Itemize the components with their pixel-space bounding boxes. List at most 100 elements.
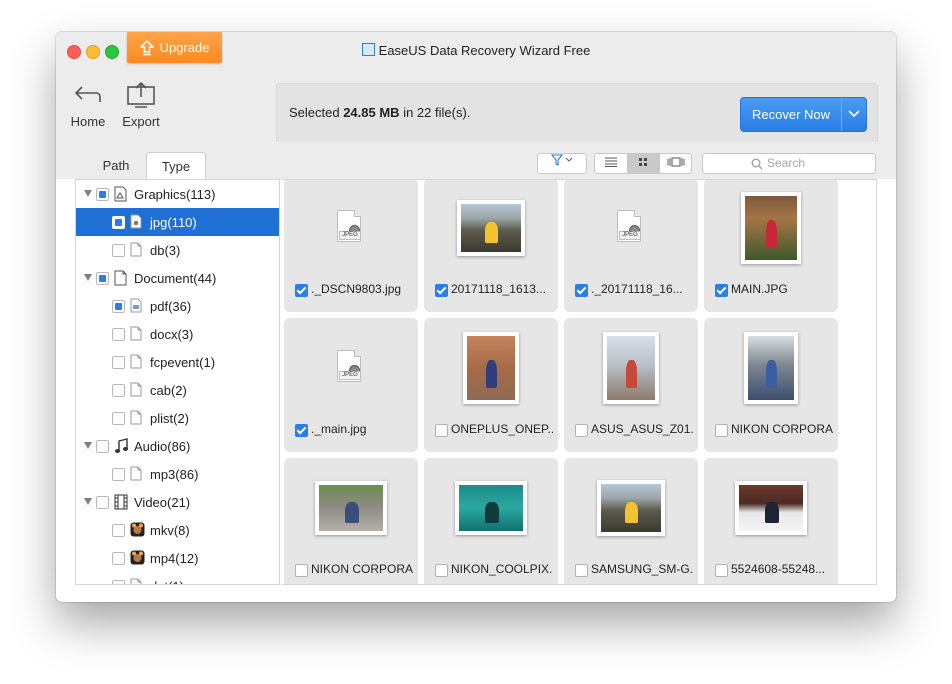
file-tile[interactable]: ASUS_ASUS_Z01... [564,318,698,452]
tree-checkbox[interactable] [112,328,125,341]
tree-item-docx[interactable]: docx(3) [76,320,279,348]
file-tile[interactable]: ONEPLUS_ONEP... [424,318,558,452]
file-tile[interactable]: 20171118_1613... [424,180,558,312]
file-name: ONEPLUS_ONEP... [451,422,553,436]
list-view-button[interactable] [595,154,628,173]
file-name: SAMSUNG_SM-G... [591,562,693,576]
tree-item-pdf[interactable]: pdf(36) [76,292,279,320]
tree-checkbox[interactable] [112,300,125,313]
photo-subject [486,359,497,389]
tree-checkbox[interactable] [96,496,109,509]
file-checkbox[interactable] [575,564,588,577]
file-checkbox[interactable] [575,424,588,437]
tree-checkbox[interactable] [112,552,125,565]
file-tile[interactable]: MAIN.JPG [704,180,838,312]
photo-subject [484,502,499,523]
tree-checkbox[interactable] [112,356,125,369]
filter-button[interactable] [537,153,587,174]
file-checkbox[interactable] [435,564,448,577]
tree-item-video[interactable]: Video(21) [76,488,279,516]
file-checkbox[interactable] [715,564,728,577]
file-checkbox[interactable] [295,284,308,297]
tree-item-label: jpg(110) [150,215,197,230]
disclosure-triangle-icon[interactable] [84,190,92,197]
disclosure-triangle-icon[interactable] [84,442,92,449]
export-label: Export [122,114,160,129]
photo-image [745,196,797,260]
grid-view-button[interactable] [627,154,659,173]
tree-checkbox[interactable] [96,188,109,201]
file-checkbox[interactable] [715,284,728,297]
file-tile[interactable]: JPEG ._main.jpg [284,318,418,452]
export-button[interactable]: Export [120,82,162,129]
filmstrip-view-icon [667,157,685,167]
tree-item-label: Graphics(113) [134,187,216,202]
file-checkbox[interactable] [295,424,308,437]
home-button[interactable]: Home [68,82,108,129]
file-checkbox[interactable] [575,284,588,297]
tree-checkbox[interactable] [112,524,125,537]
tree-item-document[interactable]: Document(44) [76,264,279,292]
tree-item-graphics[interactable]: Graphics(113) [76,180,279,208]
tree-checkbox[interactable] [112,580,125,584]
tree-checkbox[interactable] [112,468,125,481]
file-tile[interactable]: JPEG ._20171118_16... [564,180,698,312]
list-view-icon [605,157,617,167]
tree-checkbox[interactable] [112,412,125,425]
file-name: ._main.jpg [311,422,367,436]
search-input[interactable] [767,155,867,171]
tab-path[interactable]: Path [96,152,136,179]
file-tile[interactable]: NIKON_COOLPIX... [424,458,558,584]
tree-item-mkv[interactable]: mkv(8) [76,516,279,544]
tree-item-cab[interactable]: cab(2) [76,376,279,404]
tree-item-mp3[interactable]: mp3(86) [76,460,279,488]
jpeg-file-icon: JPEG [337,350,361,382]
file-tile[interactable]: JPEG ._DSCN9803.jpg [284,180,418,312]
file-checkbox[interactable] [435,424,448,437]
upgrade-button[interactable]: Upgrade [127,32,222,63]
file-grid: JPEG ._DSCN9803.jpg 20171118_1613... JPEG ._… [281,179,877,585]
tree-item-audio[interactable]: Audio(86) [76,432,279,460]
file-checkbox[interactable] [715,424,728,437]
tree-item-fcpevent[interactable]: fcpevent(1) [76,348,279,376]
disclosure-triangle-icon[interactable] [84,498,92,505]
file-name: MAIN.JPG [731,282,788,296]
tree-checkbox[interactable] [112,244,125,257]
title-bar: EaseUS Data Recovery Wizard Free Upgrade [56,32,896,72]
photo-subject [766,359,777,389]
photo-thumbnail [741,192,801,264]
tree-checkbox[interactable] [96,440,109,453]
file-tile[interactable]: SAMSUNG_SM-G... [564,458,698,584]
selection-status-panel: Selected 24.85 MB in 22 file(s). Recover… [276,83,878,144]
recover-dropdown-button[interactable] [841,106,866,121]
disclosure-triangle-icon[interactable] [84,274,92,281]
tree-item-plist[interactable]: plist(2) [76,404,279,432]
tree-item-db[interactable]: db(3) [76,236,279,264]
file-name: ASUS_ASUS_Z01... [591,422,693,436]
file-tile[interactable]: 5524608-55248... [704,458,838,584]
tree-item-jpg[interactable]: jpg(110) [76,208,279,236]
file-icon [130,326,142,344]
file-name: NIKON_COOLPIX... [451,562,553,576]
upgrade-label: Upgrade [159,40,210,55]
file-icon [130,354,142,372]
file-tile[interactable]: NIKON CORPORA... [284,458,418,584]
tree-item-dat[interactable]: dat(1) [76,572,279,584]
tree-checkbox[interactable] [112,216,125,229]
pdf-file-icon [130,298,142,316]
photo-image [319,485,383,531]
file-tile[interactable]: NIKON CORPORA... [704,318,838,452]
photo-subject [625,501,639,524]
file-checkbox[interactable] [435,284,448,297]
music-note-icon [114,438,128,457]
filmstrip-view-button[interactable] [659,154,691,173]
tree-checkbox[interactable] [96,272,109,285]
file-checkbox[interactable] [295,564,308,577]
tree-item-mp4[interactable]: mp4(12) [76,544,279,572]
view-mode-switcher [594,153,692,174]
tree-checkbox[interactable] [112,384,125,397]
recover-now-button[interactable]: Recover Now [740,97,867,132]
tree-item-label: mp3(86) [150,467,199,482]
file-name: NIKON CORPORA... [731,422,833,436]
tab-type[interactable]: Type [146,152,206,180]
